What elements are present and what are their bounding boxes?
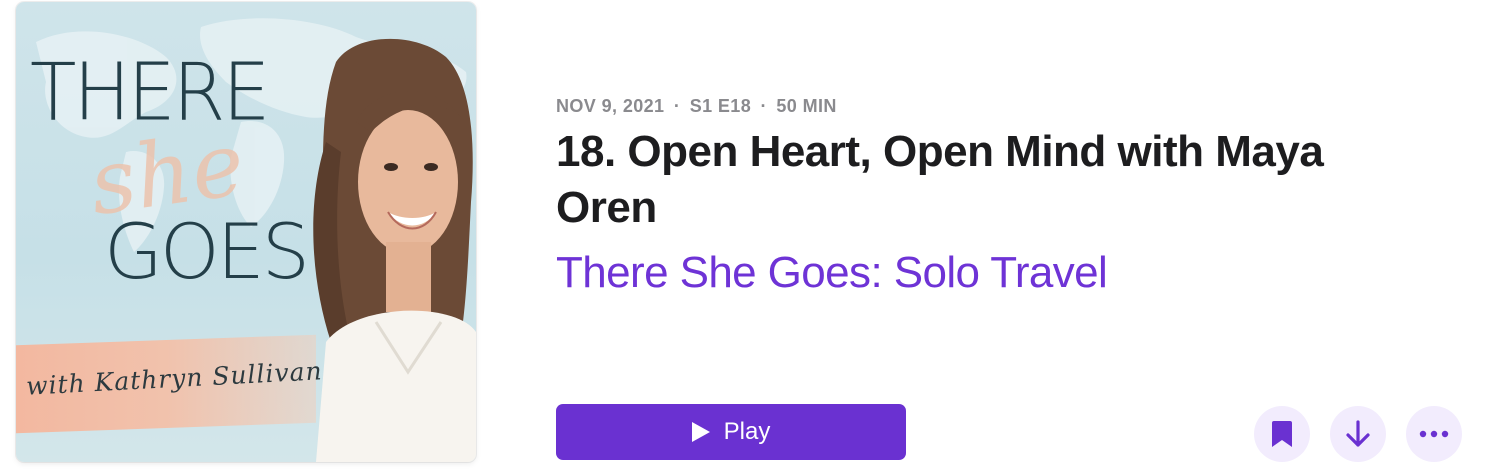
ellipsis-icon <box>1419 430 1449 438</box>
download-button[interactable] <box>1330 406 1386 462</box>
host-photo <box>313 38 476 462</box>
bookmark-icon <box>1272 421 1292 447</box>
episode-date: NOV 9, 2021 <box>556 96 665 116</box>
episode-title: 18. Open Heart, Open Mind with Maya Oren <box>556 127 1324 232</box>
artwork-title-goes: GOES <box>104 207 310 296</box>
play-icon <box>691 422 710 442</box>
episode-header: THERE she GOES with Kathryn Sullivan NOV… <box>0 0 1508 470</box>
more-options-button[interactable] <box>1406 406 1462 462</box>
meta-separator: · <box>760 96 767 116</box>
save-episode-button[interactable] <box>1254 406 1310 462</box>
season-episode: S1 E18 <box>689 96 752 116</box>
arrow-down-icon <box>1346 420 1370 447</box>
play-button[interactable]: Play <box>556 404 906 460</box>
episode-meta: NOV 9, 2021 · S1 E18 · 50 MIN <box>556 96 837 117</box>
meta-separator: · <box>673 96 681 116</box>
podcast-artwork: THERE she GOES with Kathryn Sullivan <box>16 2 476 462</box>
play-label: Play <box>723 418 771 445</box>
episode-duration: 50 MIN <box>776 96 837 116</box>
show-link[interactable]: There She Goes: Solo Travel <box>556 248 1108 298</box>
